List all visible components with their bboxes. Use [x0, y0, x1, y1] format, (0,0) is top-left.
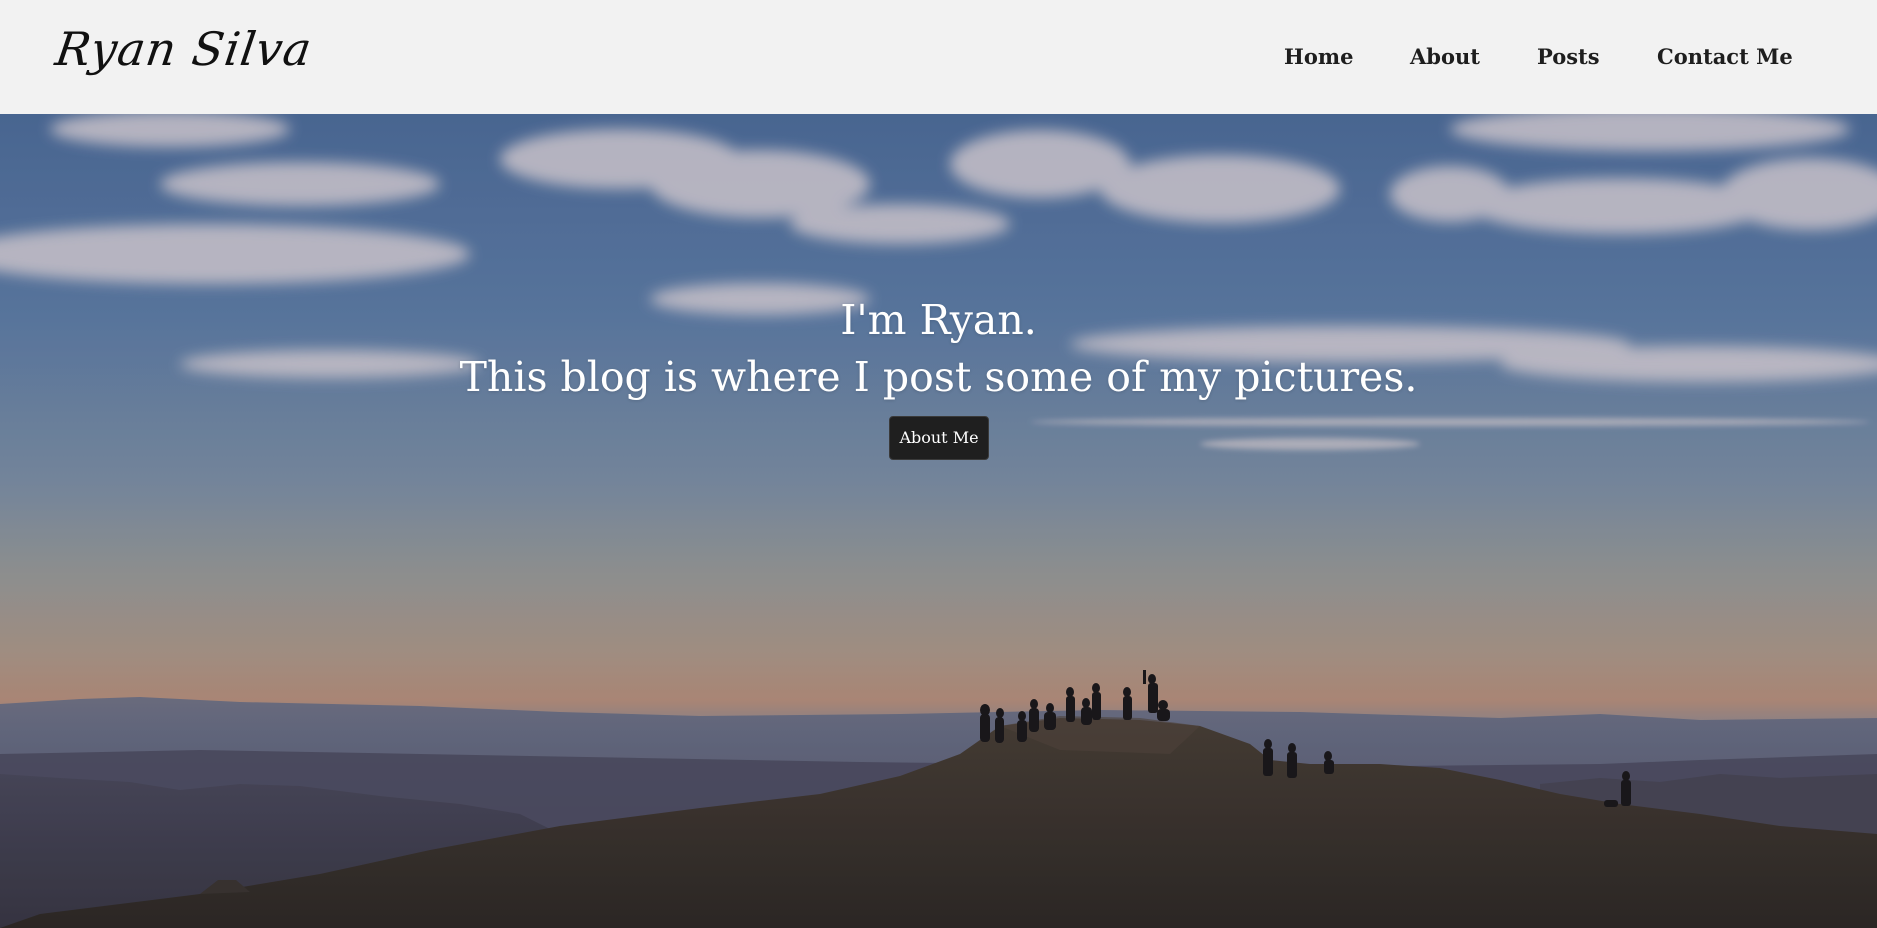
hero-heading-line-1: I'm Ryan.	[840, 296, 1037, 344]
hero-section: I'm Ryan. This blog is where I post some…	[0, 114, 1877, 928]
site-navbar: Ryan Silva Home About Posts Contact Me	[0, 0, 1877, 114]
nav-link-about[interactable]: About	[1410, 42, 1480, 72]
nav-link-home[interactable]: Home	[1284, 42, 1353, 72]
hero-background-image	[0, 114, 1877, 928]
about-me-button[interactable]: About Me	[889, 416, 989, 460]
nav-link-posts[interactable]: Posts	[1537, 42, 1600, 72]
hero-heading-line-2: This blog is where I post some of my pic…	[459, 353, 1418, 401]
nav-link-contact[interactable]: Contact Me	[1657, 42, 1793, 72]
main-nav: Home About Posts Contact Me	[0, 42, 1877, 72]
